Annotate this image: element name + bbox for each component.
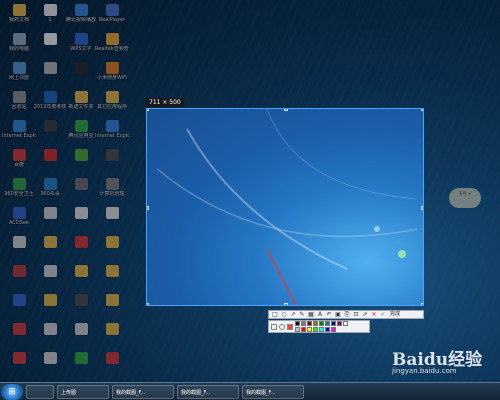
- resize-handle-sw[interactable]: [147, 303, 149, 305]
- brush-options-bar: [268, 320, 370, 333]
- text-icon[interactable]: A: [316, 311, 324, 318]
- taskbar-item[interactable]: 上传图: [57, 384, 109, 399]
- color-swatch[interactable]: [337, 321, 342, 326]
- color-swatch[interactable]: [301, 327, 306, 332]
- color-swatch[interactable]: [319, 327, 324, 332]
- cancel-icon[interactable]: ✕: [370, 311, 378, 318]
- windows-logo-icon: ⊞: [8, 386, 16, 397]
- color-swatch[interactable]: [301, 321, 306, 326]
- share-icon[interactable]: ⇗: [361, 311, 369, 318]
- done-button[interactable]: 完成: [390, 311, 400, 318]
- desktop: 我的文档 1 腾讯视频播放 RealPlayer 我的电脑 WPS文字 Realtek音频管…: [0, 0, 500, 400]
- start-button[interactable]: ⊞: [1, 383, 23, 400]
- resize-handle-ne[interactable]: [421, 109, 423, 111]
- color-swatch[interactable]: [313, 327, 318, 332]
- color-swatch[interactable]: [325, 321, 330, 326]
- taskbar-item[interactable]: [26, 384, 54, 399]
- color-swatch[interactable]: [325, 327, 330, 332]
- color-swatch[interactable]: [295, 327, 300, 332]
- taskbar-item[interactable]: 我的截图_F...: [177, 384, 239, 399]
- undo-icon[interactable]: ↶: [325, 311, 333, 318]
- taskbar-item[interactable]: 我的截图_F...: [242, 384, 304, 399]
- arrow-icon[interactable]: ↗: [289, 311, 297, 318]
- ellipse-icon[interactable]: ○: [280, 311, 288, 318]
- copy-icon[interactable]: ⎘: [343, 311, 351, 318]
- color-palette: [295, 321, 353, 332]
- resize-handle-e[interactable]: [421, 206, 423, 210]
- save-icon[interactable]: ▣: [334, 311, 342, 318]
- resize-handle-s[interactable]: [284, 303, 288, 305]
- selection-wallpaper-art: [156, 109, 418, 305]
- resize-handle-se[interactable]: [421, 303, 423, 305]
- rect-icon[interactable]: □: [271, 311, 279, 318]
- mosaic-icon[interactable]: ▦: [307, 311, 315, 318]
- resize-handle-w[interactable]: [147, 206, 149, 210]
- color-swatch[interactable]: [343, 321, 348, 326]
- color-swatch[interactable]: [307, 321, 312, 326]
- capture-toolbar: □ ○ ↗ ✎ ▦ A ↶ ▣ ⎘ ⊡ ⇗ ✕ ✓ 完成: [268, 310, 424, 319]
- brush-size-small[interactable]: [271, 323, 277, 330]
- color-swatch[interactable]: [307, 327, 312, 332]
- taskbar: ⊞ 上传图 我的截图_F... 我的截图_F... 我的截图_F...: [0, 382, 500, 400]
- color-swatch[interactable]: [319, 321, 324, 326]
- capture-selection[interactable]: [146, 108, 424, 306]
- pin-icon[interactable]: ⊡: [352, 311, 360, 318]
- baidu-watermark: Baidu经验 jingyan.baidu.com: [392, 345, 482, 375]
- resize-handle-nw[interactable]: [147, 109, 149, 111]
- color-swatch[interactable]: [313, 321, 318, 326]
- taskbar-item[interactable]: 我的截图_F...: [112, 384, 174, 399]
- resize-handle-n[interactable]: [284, 109, 288, 111]
- pen-icon[interactable]: ✎: [298, 311, 306, 318]
- color-swatch[interactable]: [295, 321, 300, 326]
- color-swatch[interactable]: [331, 321, 336, 326]
- brush-size-medium[interactable]: [279, 323, 285, 330]
- selection-size-label: 711 × 500: [146, 98, 184, 107]
- confirm-icon[interactable]: ✓: [379, 311, 387, 318]
- current-color-swatch[interactable]: [287, 323, 293, 330]
- color-swatch[interactable]: [331, 327, 336, 332]
